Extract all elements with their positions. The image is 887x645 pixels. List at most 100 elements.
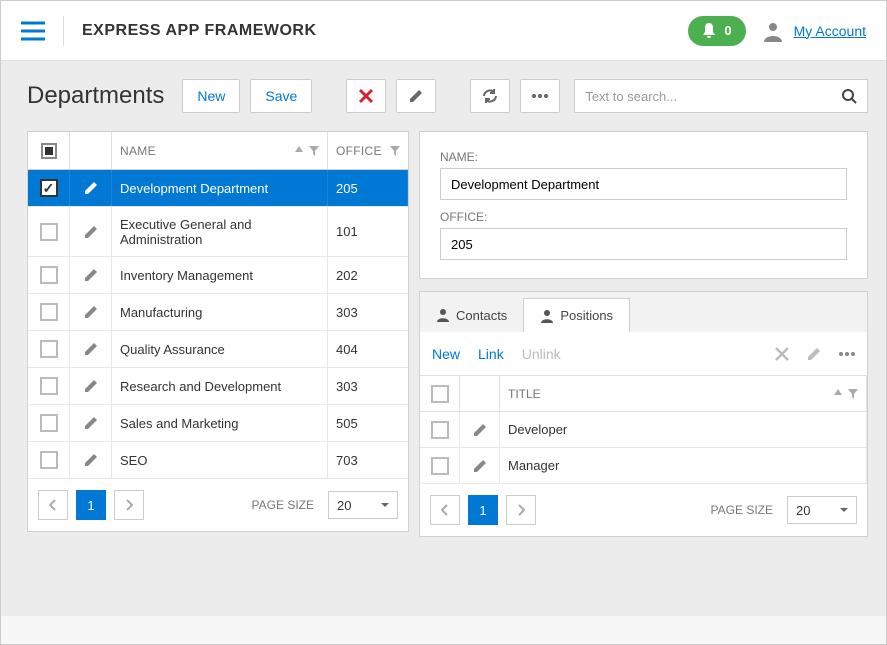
office-input[interactable] xyxy=(440,228,847,260)
pencil-icon xyxy=(473,459,487,473)
refresh-button[interactable] xyxy=(470,79,510,113)
row-edit-button[interactable] xyxy=(70,405,112,441)
tab-edit-button[interactable] xyxy=(807,347,821,361)
row-checkbox[interactable] xyxy=(40,266,58,284)
page-size-select[interactable]: 20 xyxy=(328,491,398,519)
row-edit-button[interactable] xyxy=(70,170,112,206)
row-edit-button[interactable] xyxy=(70,368,112,404)
row-checkbox[interactable] xyxy=(40,451,58,469)
edit-column-header xyxy=(70,132,112,169)
tab-link-link[interactable]: Link xyxy=(478,346,504,362)
user-icon[interactable] xyxy=(762,20,784,42)
tab-positions[interactable]: Positions xyxy=(523,298,630,332)
pencil-icon xyxy=(807,347,821,361)
pencil-icon xyxy=(84,453,98,467)
cell-office: 505 xyxy=(328,405,408,441)
row-checkbox[interactable] xyxy=(40,414,58,432)
name-column-header[interactable]: NAME xyxy=(112,132,328,169)
my-account-link[interactable]: My Account xyxy=(794,23,866,39)
delete-button[interactable] xyxy=(346,79,386,113)
app-header: EXPRESS APP FRAMEWORK 0 My Account xyxy=(1,1,886,61)
app-title: EXPRESS APP FRAMEWORK xyxy=(82,22,317,40)
row-checkbox[interactable] xyxy=(40,179,58,197)
page-next-button[interactable] xyxy=(114,490,144,520)
name-input[interactable] xyxy=(440,168,847,200)
cell-office: 303 xyxy=(328,368,408,404)
row-edit-button[interactable] xyxy=(460,412,500,447)
row-checkbox[interactable] xyxy=(40,223,58,241)
search-input[interactable] xyxy=(585,89,841,104)
caret-down-icon xyxy=(381,503,389,507)
notifications-button[interactable]: 0 xyxy=(688,16,745,46)
row-edit-button[interactable] xyxy=(70,442,112,478)
edit-button[interactable] xyxy=(396,79,436,113)
subgrid-row[interactable]: Developer xyxy=(420,412,867,448)
pencil-icon xyxy=(84,181,98,195)
chevron-right-icon xyxy=(125,499,133,511)
page-1-button[interactable]: 1 xyxy=(76,490,106,520)
page-prev-button[interactable] xyxy=(38,490,68,520)
name-column-label: NAME xyxy=(120,144,156,158)
title-column-header[interactable]: TITLE xyxy=(500,376,867,411)
tab-new-link[interactable]: New xyxy=(432,346,460,362)
page-size-label: PAGE SIZE xyxy=(252,498,314,512)
row-edit-button[interactable] xyxy=(70,331,112,367)
table-row[interactable]: Executive General and Administration 101 xyxy=(28,207,408,257)
subgrid-header: TITLE xyxy=(420,376,867,412)
more-button[interactable] xyxy=(520,79,560,113)
table-row[interactable]: SEO 703 xyxy=(28,442,408,479)
name-label: NAME: xyxy=(440,150,847,164)
sub-page-next[interactable] xyxy=(506,495,536,525)
menu-toggle[interactable] xyxy=(21,21,45,41)
select-all-header[interactable] xyxy=(28,132,70,169)
table-row[interactable]: Inventory Management 202 xyxy=(28,257,408,294)
cell-name: Quality Assurance xyxy=(112,331,328,367)
row-checkbox[interactable] xyxy=(40,303,58,321)
row-edit-button[interactable] xyxy=(70,207,112,256)
tab-contacts[interactable]: Contacts xyxy=(420,298,523,332)
cell-name: SEO xyxy=(112,442,328,478)
row-checkbox[interactable] xyxy=(40,340,58,358)
chevron-left-icon xyxy=(441,504,449,516)
sub-page-size-label: PAGE SIZE xyxy=(711,503,773,517)
hamburger-icon xyxy=(21,21,45,41)
pencil-icon xyxy=(84,379,98,393)
grid-header: NAME OFFICE xyxy=(28,132,408,170)
tab-more-button[interactable] xyxy=(839,352,855,356)
office-column-header[interactable]: OFFICE xyxy=(328,132,408,169)
table-row[interactable]: Research and Development 303 xyxy=(28,368,408,405)
close-icon xyxy=(358,88,374,104)
search-box[interactable] xyxy=(574,79,868,113)
cell-name: Executive General and Administration xyxy=(112,207,328,256)
detail-form: NAME: OFFICE: xyxy=(419,131,868,279)
tab-unlink-link: Unlink xyxy=(522,346,561,362)
cell-office: 205 xyxy=(328,170,408,206)
new-button[interactable]: New xyxy=(182,79,240,113)
table-row[interactable]: Sales and Marketing 505 xyxy=(28,405,408,442)
ellipsis-icon xyxy=(839,352,855,356)
cell-title: Developer xyxy=(500,412,867,447)
pencil-icon xyxy=(84,342,98,356)
bell-icon xyxy=(702,23,716,39)
sub-page-size-value: 20 xyxy=(796,503,810,518)
row-edit-button[interactable] xyxy=(460,448,500,483)
subgrid-row[interactable]: Manager xyxy=(420,448,867,484)
cell-office: 101 xyxy=(328,207,408,256)
save-button[interactable]: Save xyxy=(250,79,312,113)
row-checkbox[interactable] xyxy=(40,377,58,395)
table-row[interactable]: Manufacturing 303 xyxy=(28,294,408,331)
row-edit-button[interactable] xyxy=(70,294,112,330)
row-checkbox[interactable] xyxy=(431,457,449,475)
table-row[interactable]: Quality Assurance 404 xyxy=(28,331,408,368)
close-icon xyxy=(775,347,789,361)
tab-positions-label: Positions xyxy=(560,308,613,323)
sub-page-prev[interactable] xyxy=(430,495,460,525)
sub-select-all[interactable] xyxy=(420,376,460,411)
table-row[interactable]: Development Department 205 xyxy=(28,170,408,207)
sub-page-size-select[interactable]: 20 xyxy=(787,496,857,524)
tab-delete-button[interactable] xyxy=(775,347,789,361)
sub-page-1[interactable]: 1 xyxy=(468,495,498,525)
row-edit-button[interactable] xyxy=(70,257,112,293)
search-icon[interactable] xyxy=(841,88,857,104)
row-checkbox[interactable] xyxy=(431,421,449,439)
